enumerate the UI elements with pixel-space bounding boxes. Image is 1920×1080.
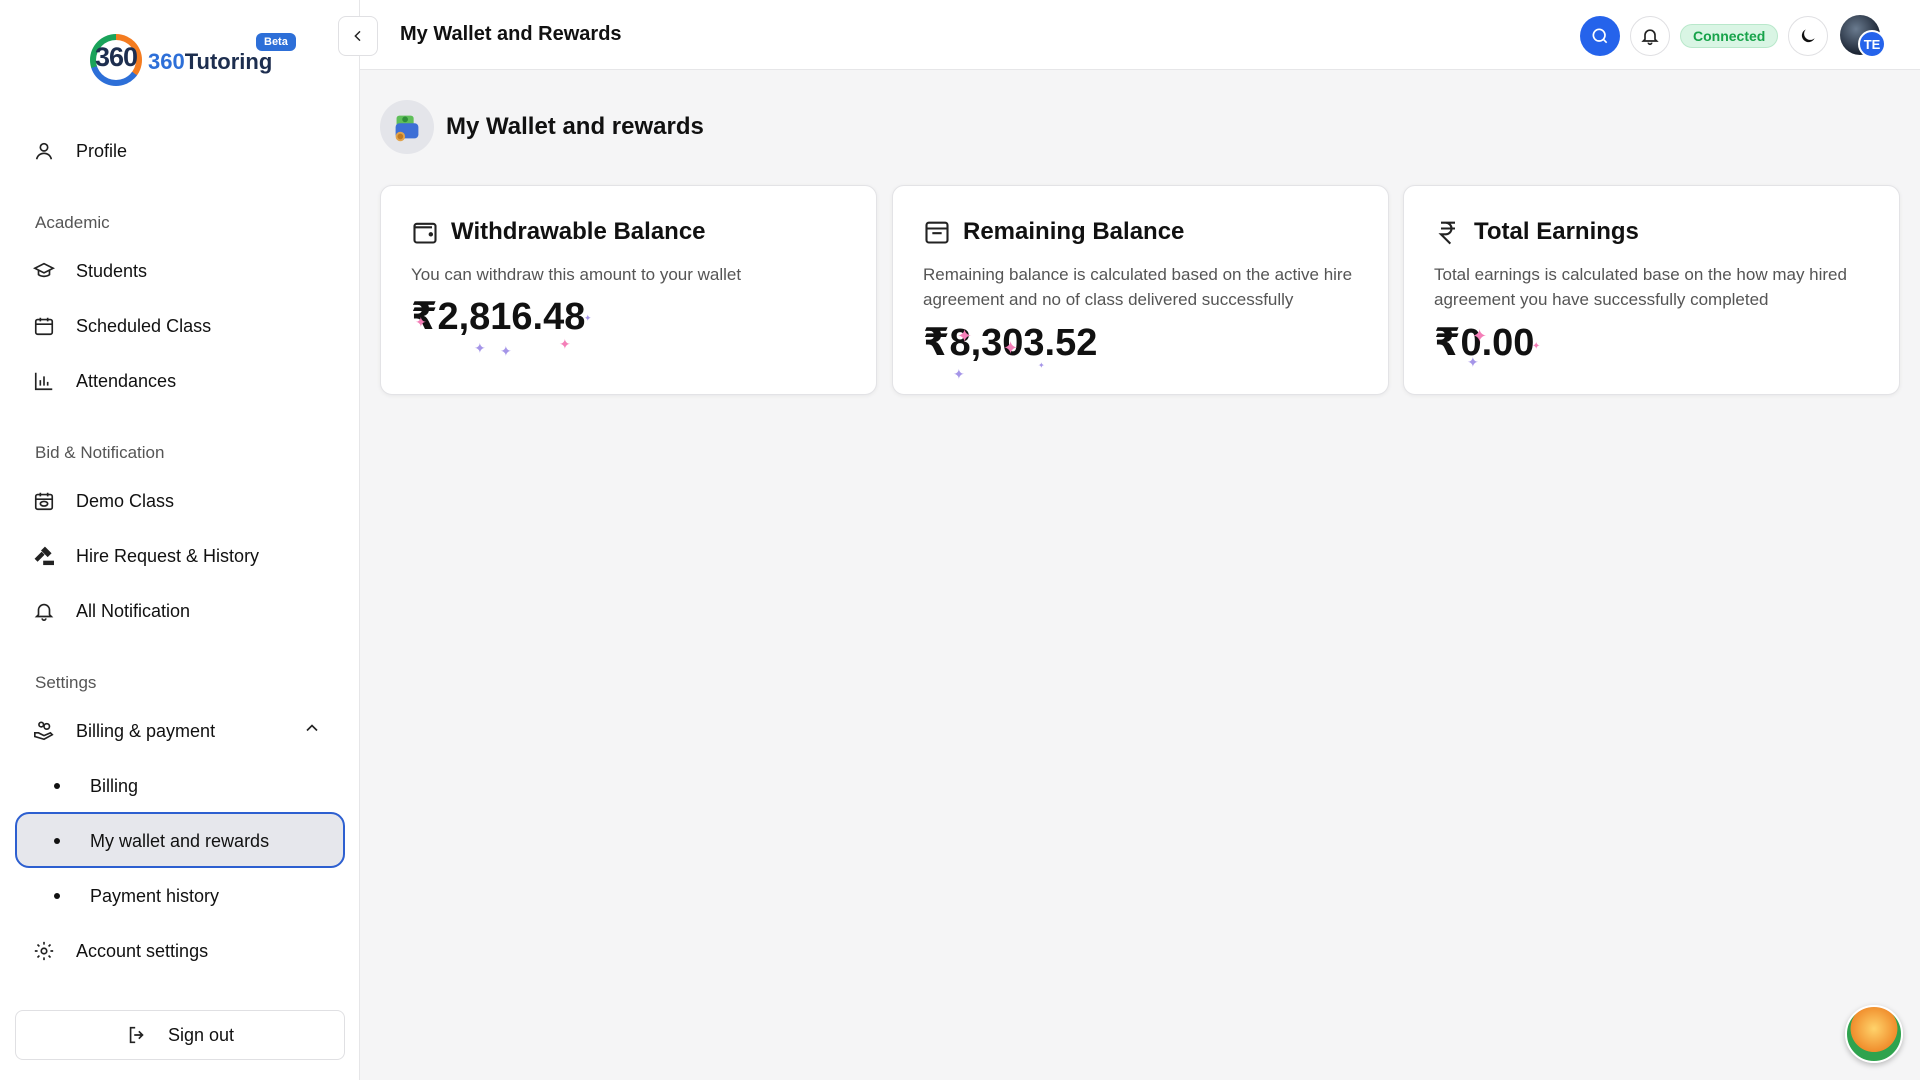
search-button[interactable] <box>1580 16 1620 56</box>
hand-coins-icon <box>32 719 56 743</box>
brand-name: 360Tutoring <box>148 49 272 75</box>
card-title: Total Earnings <box>1474 218 1639 245</box>
sidebar-item-wallet[interactable]: My wallet and rewards <box>54 827 269 855</box>
connection-status-badge: Connected <box>1680 24 1779 48</box>
bell-icon <box>1641 29 1659 46</box>
card-description: You can withdraw this amount to your wal… <box>411 265 742 284</box>
sign-out-button[interactable]: Sign out <box>15 1010 345 1060</box>
sparkle-icon: ✦ <box>415 314 427 330</box>
sign-out-label: Sign out <box>167 1024 235 1045</box>
sparkle-icon: ✦ <box>953 366 965 382</box>
sparkle-icon: ✦ <box>1038 361 1045 370</box>
sidebar-item-hire-request[interactable]: Hire Request & History <box>32 542 259 570</box>
floating-assistant-button[interactable] <box>1845 1005 1903 1063</box>
card-title: Remaining Balance <box>963 218 1185 245</box>
sparkle-icon: ✦ <box>1472 326 1488 346</box>
avatar-initials: TE <box>1858 30 1886 58</box>
sidebar-item-billing[interactable]: Billing <box>54 772 138 800</box>
total-earnings-card: Total Earnings Total earnings is calcula… <box>1403 185 1900 395</box>
section-title-bid-notification: Bid & Notification <box>35 443 165 462</box>
sparkle-icon: ✦ <box>474 340 486 356</box>
card-description: Total earnings is calculated base on the… <box>1434 265 1847 309</box>
sparkle-icon: ✦ <box>1467 354 1479 370</box>
sidebar-item-label: Billing & payment <box>76 720 216 741</box>
sidebar-item-demo-class[interactable]: Demo Class <box>32 487 174 515</box>
sparkle-icon: ✦ <box>584 313 592 323</box>
sidebar-item-label: Scheduled Class <box>76 315 212 336</box>
sidebar-item-billing-payment[interactable]: Billing & payment <box>32 717 215 745</box>
sparkle-icon: ✦ <box>1003 338 1019 358</box>
gear-icon <box>32 939 56 963</box>
sidebar-item-scheduled-class[interactable]: Scheduled Class <box>32 312 211 340</box>
sidebar: 360 360Tutoring Beta Profile Academic St… <box>0 0 360 1080</box>
brand-logo[interactable]: 360 360Tutoring <box>90 34 272 86</box>
card-title: Withdrawable Balance <box>451 218 706 245</box>
wallet-icon <box>413 222 437 244</box>
bullet-icon <box>54 838 60 844</box>
main-title: My Wallet and rewards <box>446 113 704 140</box>
bullet-icon <box>54 783 60 789</box>
sparkle-icon: ✦ <box>1532 341 1541 352</box>
wallet-rewards-icon <box>380 100 434 154</box>
bell-icon <box>32 599 56 623</box>
graduation-cap-icon <box>32 259 56 283</box>
sidebar-item-account-settings[interactable]: Account settings <box>32 937 208 965</box>
sidebar-item-all-notification[interactable]: All Notification <box>32 597 190 625</box>
brand-name-text: Tutoring <box>184 49 273 74</box>
page-heading: My Wallet and rewards <box>380 100 704 154</box>
brand-name-accent: 360 <box>148 49 185 74</box>
user-icon <box>32 139 56 163</box>
sidebar-item-label: Hire Request & History <box>76 545 260 566</box>
gavel-icon <box>32 544 56 568</box>
logo-number: 360 <box>94 42 138 72</box>
sparkle-icon: ✦ <box>957 326 973 346</box>
calendar-icon <box>32 314 56 338</box>
remaining-balance-card: Remaining Balance Remaining balance is c… <box>892 185 1389 395</box>
sidebar-item-students[interactable]: Students <box>32 257 147 285</box>
sidebar-item-label: Demo Class <box>76 490 175 511</box>
withdrawable-balance-card: Withdrawable Balance You can withdraw th… <box>380 185 877 395</box>
beta-badge: Beta <box>256 33 296 51</box>
sparkle-icon: ✦ <box>500 343 512 359</box>
chevron-left-icon <box>354 30 361 42</box>
inbox-icon <box>925 221 949 244</box>
bullet-icon <box>54 893 60 899</box>
sparkle-icon: ✦ <box>559 336 571 352</box>
logo-mark: 360 <box>90 34 142 86</box>
search-icon <box>1592 28 1608 44</box>
sign-out-icon <box>129 1026 144 1044</box>
sidebar-item-label: Attendances <box>76 370 177 391</box>
theme-toggle-button[interactable] <box>1788 16 1828 56</box>
sidebar-item-label: Billing <box>90 775 139 796</box>
sidebar-item-label: All Notification <box>76 600 191 621</box>
rupee-icon <box>1438 221 1455 245</box>
sidebar-item-label: Payment history <box>90 885 220 906</box>
card-amount: ₹2,816.48 <box>411 296 586 338</box>
sidebar-item-profile[interactable]: Profile <box>32 137 127 165</box>
bar-chart-icon <box>32 369 56 393</box>
section-title-settings: Settings <box>35 673 97 692</box>
notifications-button[interactable] <box>1630 16 1670 56</box>
calendar-eye-icon <box>32 489 56 513</box>
page-title: My Wallet and Rewards <box>400 23 622 45</box>
sidebar-item-label: Account settings <box>76 940 209 961</box>
sidebar-item-label: Profile <box>76 140 128 161</box>
chevron-up-icon[interactable] <box>302 718 326 742</box>
collapse-sidebar-button[interactable] <box>338 16 378 56</box>
top-header: My Wallet and Rewards Connected TE <box>360 0 1920 70</box>
sidebar-item-attendances[interactable]: Attendances <box>32 367 176 395</box>
section-title-academic: Academic <box>35 213 110 232</box>
sidebar-item-label: Students <box>76 260 148 281</box>
sidebar-item-label: My wallet and rewards <box>90 830 270 851</box>
sidebar-item-payment-history[interactable]: Payment history <box>54 882 219 910</box>
card-description: Remaining balance is calculated based on… <box>923 265 1353 309</box>
moon-icon <box>1801 29 1815 43</box>
